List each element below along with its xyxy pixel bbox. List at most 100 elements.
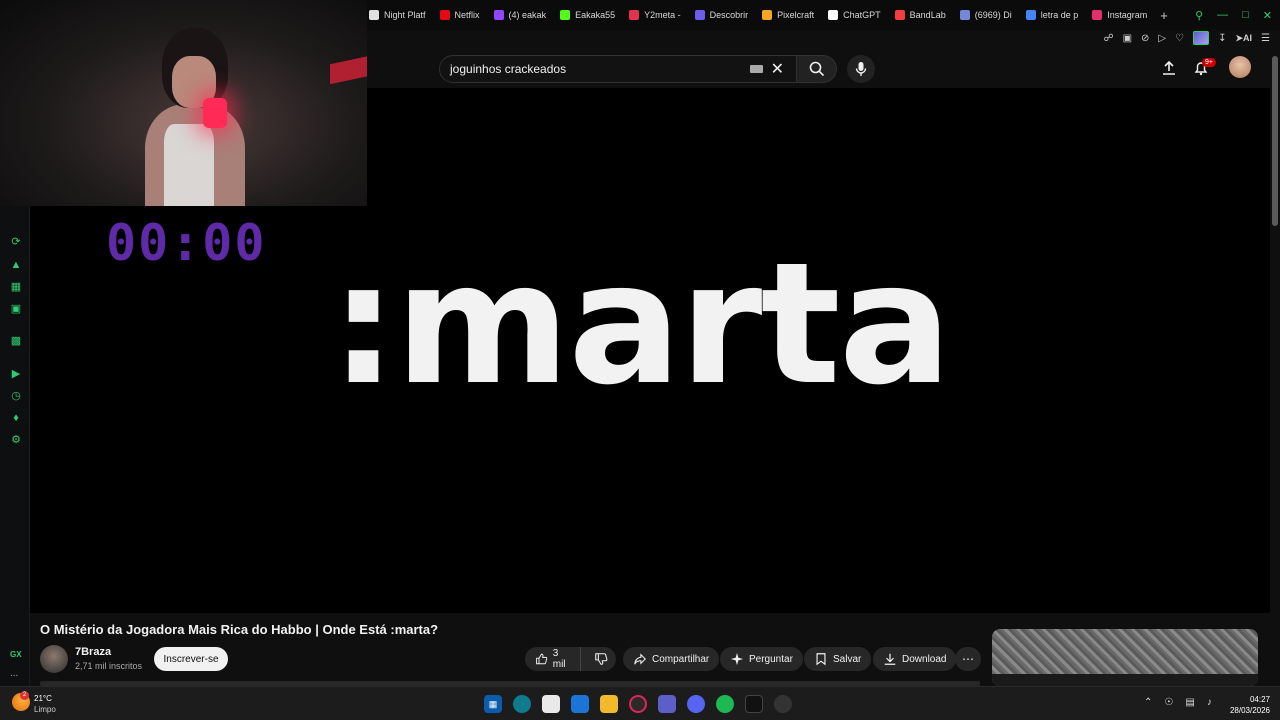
extension-thumbnail[interactable] [1193, 31, 1210, 45]
browser-tab[interactable]: Descobrir [688, 0, 756, 30]
search-button[interactable] [797, 55, 837, 83]
edge-icon[interactable] [513, 695, 531, 713]
tab-label: (4) eakak [508, 10, 547, 20]
recommended-video-info[interactable] [992, 674, 1258, 686]
page-scrollbar[interactable] [1270, 46, 1280, 686]
settings-icon[interactable]: ⚙ [10, 434, 22, 446]
twitch-icon[interactable]: ▩ [10, 335, 22, 347]
video-title: O Mistério da Jogadora Mais Rica do Habb… [40, 622, 439, 637]
adblock-icon[interactable]: ⊘ [1141, 33, 1149, 44]
file-explorer-icon[interactable] [600, 695, 618, 713]
store-icon[interactable] [542, 695, 560, 713]
gx-corner-icon[interactable]: ▲ [10, 259, 22, 271]
browser-tab[interactable]: (6969) Di [953, 0, 1019, 30]
sparkle-icon [730, 652, 744, 666]
browser-toolbar: ☍ ▣ ⊘ ▷ ♡ ↧ ➤AI ☰ [1088, 30, 1280, 46]
maximize-icon[interactable]: □ [1242, 9, 1249, 21]
ask-button[interactable]: Perguntar [720, 647, 803, 671]
tab-favicon-icon [439, 10, 450, 20]
browser-tab[interactable]: Instagram [1085, 0, 1154, 30]
tab-label: Eakaka55 [575, 10, 616, 20]
dislike-button[interactable] [586, 647, 616, 671]
account-avatar[interactable] [1229, 56, 1251, 78]
search-tabs-icon[interactable]: ⚲ [1195, 9, 1203, 22]
ask-label: Perguntar [749, 653, 793, 665]
search-box[interactable]: joguinhos crackeados ✕ [439, 55, 797, 83]
browser-tab[interactable]: Night Platf [362, 0, 433, 30]
menu-icon[interactable]: ☰ [1261, 33, 1270, 44]
gx-control-icon[interactable]: ⟳ [10, 236, 22, 248]
browser-tab[interactable]: letra de p [1019, 0, 1086, 30]
ai-button[interactable]: ➤AI [1235, 33, 1252, 44]
browser-tab[interactable]: Y2meta - [622, 0, 688, 30]
epic-games-icon[interactable] [745, 695, 763, 713]
more-actions-button[interactable]: ⋯ [955, 647, 981, 671]
browser-tab[interactable]: Netflix [433, 0, 487, 30]
like-button[interactable]: 3 mil [525, 647, 581, 671]
create-button[interactable] [1159, 58, 1179, 78]
stream-timer: 00:00 [106, 214, 267, 272]
discord-icon[interactable] [687, 695, 705, 713]
browser-tab[interactable]: ChatGPT [821, 0, 888, 30]
outlook-icon[interactable] [571, 695, 589, 713]
start-icon[interactable]: ▦ [484, 695, 502, 713]
teams-icon[interactable] [658, 695, 676, 713]
channel-name[interactable]: 7Braza [75, 646, 111, 658]
like-dislike-group: 3 mil [525, 647, 616, 671]
tab-label: Descobrir [709, 10, 749, 20]
scrollbar-thumb[interactable] [1272, 56, 1278, 226]
volume-icon[interactable]: ♪ [1207, 697, 1212, 708]
minimize-icon[interactable]: — [1217, 9, 1228, 21]
tab-favicon-icon [694, 10, 705, 20]
browser-tab[interactable]: BandLab [888, 0, 953, 30]
extensions-icon[interactable]: ♦ [10, 412, 22, 424]
browser-tab[interactable]: Eakaka55 [553, 0, 622, 30]
download-icon[interactable]: ↧ [1218, 33, 1226, 44]
clock-date[interactable]: 28/03/2026 [1222, 706, 1270, 715]
gx-cleaner-icon[interactable]: ▦ [10, 281, 22, 293]
tab-favicon-icon [1092, 10, 1103, 20]
save-button[interactable]: Salvar [804, 647, 872, 671]
tab-label: ChatGPT [843, 10, 881, 20]
keyboard-icon[interactable] [749, 65, 763, 73]
temperature[interactable]: 21°C [34, 694, 52, 703]
tab-label: BandLab [909, 10, 946, 20]
messenger-icon[interactable]: ▣ [10, 303, 22, 315]
voice-search-button[interactable] [847, 55, 875, 83]
tab-label: Night Platf [384, 10, 426, 20]
screen: Night Platf Netflix (4) eakak Eakaka55 Y2met… [0, 0, 1280, 720]
spotify-icon[interactable] [716, 695, 734, 713]
gx-logo[interactable]: GX [10, 650, 22, 659]
save-label: Salvar [833, 653, 862, 665]
chevron-up-icon[interactable]: ⌃ [1144, 697, 1152, 708]
browser-tab[interactable]: Pixelcraft [755, 0, 821, 30]
snapshot-icon[interactable]: ▣ [1123, 33, 1132, 44]
network-icon[interactable]: ▤ [1185, 697, 1194, 708]
weather-condition[interactable]: Limpo [34, 705, 56, 714]
bookmark-icon [816, 653, 826, 666]
download-button[interactable]: Download [873, 647, 957, 671]
microphone-tray-icon[interactable]: ☉ [1164, 697, 1173, 708]
player-icon[interactable]: ▶ [10, 368, 22, 380]
tab-favicon-icon [959, 10, 970, 20]
subscribe-button[interactable]: Inscrever-se [154, 647, 228, 671]
new-tab-button[interactable]: + [1154, 8, 1174, 23]
clear-search-icon[interactable]: ✕ [771, 59, 784, 79]
search-input[interactable]: joguinhos crackeados [450, 62, 750, 76]
heart-icon[interactable]: ♡ [1175, 33, 1184, 44]
notification-badge: 9+ [1202, 58, 1216, 67]
pin-icon[interactable]: ☍ [1103, 33, 1113, 44]
more-options-icon[interactable]: ... [10, 668, 18, 679]
steam-icon[interactable] [774, 695, 792, 713]
tab-label: (6969) Di [974, 10, 1012, 20]
share-button[interactable]: Compartilhar [623, 647, 720, 671]
play-icon[interactable]: ▷ [1158, 33, 1166, 44]
opera-gx-icon[interactable] [629, 695, 647, 713]
browser-tab[interactable]: (4) eakak [487, 0, 554, 30]
history-icon[interactable]: ◷ [10, 390, 22, 402]
clock-time[interactable]: 04:27 [1230, 695, 1270, 704]
close-window-icon[interactable]: ✕ [1263, 9, 1272, 22]
channel-avatar[interactable] [40, 645, 68, 673]
system-tray: ⌃ ☉ ▤ ♪ [1144, 697, 1212, 708]
taskbar-apps: ▦ [484, 695, 792, 713]
